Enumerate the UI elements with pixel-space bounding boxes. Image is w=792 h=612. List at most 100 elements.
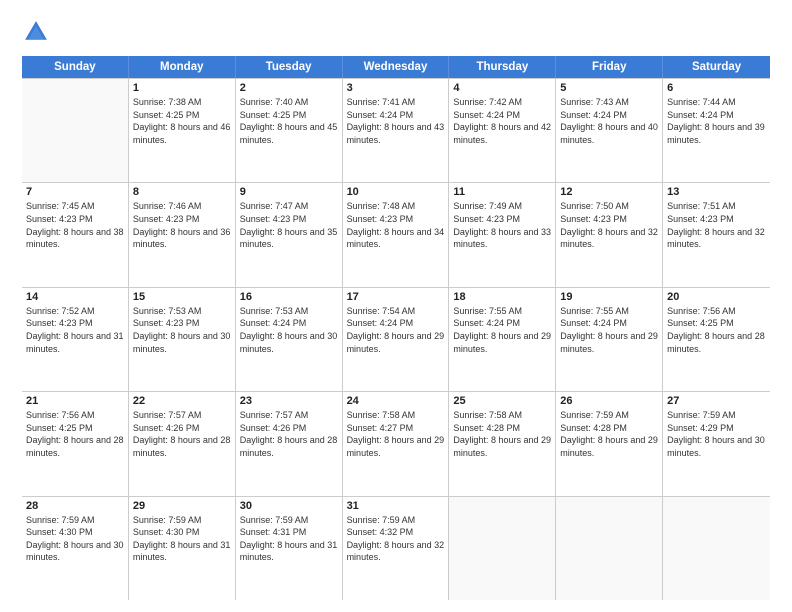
calendar-cell: 2 Sunrise: 7:40 AM Sunset: 4:25 PM Daylig… [236,79,343,182]
calendar-row-0: 1Sunrise: 7:38 AM Sunset: 4:25 PM Daylig… [22,78,770,183]
cell-info: Sunrise: 7:58 AM Sunset: 4:28 PM Dayligh… [453,409,551,459]
day-number: 29 [133,500,231,512]
header-day-friday: Friday [556,56,663,78]
cell-info: Sunrise: 7:59 AM Sunset: 4:29 PM Dayligh… [667,409,766,459]
header-day-saturday: Saturday [663,56,770,78]
cell-info: Sunrise: 7:43 AM Sunset: 4:24 PM Dayligh… [560,96,658,146]
header-day-thursday: Thursday [449,56,556,78]
cell-info: Sunrise: 7:49 AM Sunset: 4:23 PM Dayligh… [453,200,551,250]
calendar-cell: 18 Sunrise: 7:55 AM Sunset: 4:24 PM Dayli… [449,288,556,391]
cell-info: Sunrise: 7:50 AM Sunset: 4:23 PM Dayligh… [560,200,658,250]
day-number: 20 [667,291,766,303]
cell-info: Sunrise: 7:53 AM Sunset: 4:23 PM Dayligh… [133,305,231,355]
day-number: 7 [26,186,124,198]
day-number: 3 [347,82,445,94]
cell-info: Sunrise: 7:59 AM Sunset: 4:30 PM Dayligh… [133,514,231,564]
calendar-cell: 11 Sunrise: 7:49 AM Sunset: 4:23 PM Dayli… [449,183,556,286]
cell-info: Sunrise: 7:56 AM Sunset: 4:25 PM Dayligh… [26,409,124,459]
day-number: 23 [240,395,338,407]
header-day-monday: Monday [129,56,236,78]
calendar-row-4: 28 Sunrise: 7:59 AM Sunset: 4:30 PM Dayli… [22,497,770,600]
calendar-cell: 17 Sunrise: 7:54 AM Sunset: 4:24 PM Dayli… [343,288,450,391]
calendar-cell: 13 Sunrise: 7:51 AM Sunset: 4:23 PM Dayli… [663,183,770,286]
cell-info: Sunrise: 7:42 AM Sunset: 4:24 PM Dayligh… [453,96,551,146]
day-number: 16 [240,291,338,303]
calendar-header: SundayMondayTuesdayWednesdayThursdayFrid… [22,56,770,78]
cell-info: Sunrise: 7:59 AM Sunset: 4:31 PM Dayligh… [240,514,338,564]
page: SundayMondayTuesdayWednesdayThursdayFrid… [0,0,792,612]
day-number: 11 [453,186,551,198]
cell-info: Sunrise: 7:57 AM Sunset: 4:26 PM Dayligh… [133,409,231,459]
calendar-row-3: 21 Sunrise: 7:56 AM Sunset: 4:25 PM Dayli… [22,392,770,496]
day-number: 14 [26,291,124,303]
cell-info: Sunrise: 7:45 AM Sunset: 4:23 PM Dayligh… [26,200,124,250]
day-number: 24 [347,395,445,407]
cell-info: Sunrise: 7:55 AM Sunset: 4:24 PM Dayligh… [453,305,551,355]
calendar-cell: 15Sunrise: 7:53 AM Sunset: 4:23 PM Dayli… [129,288,236,391]
calendar-cell: 14 Sunrise: 7:52 AM Sunset: 4:23 PM Dayli… [22,288,129,391]
day-number: 17 [347,291,445,303]
calendar-cell: 31Sunrise: 7:59 AM Sunset: 4:32 PM Dayli… [343,497,450,600]
calendar-cell: 6Sunrise: 7:44 AM Sunset: 4:24 PM Daylig… [663,79,770,182]
day-number: 10 [347,186,445,198]
logo [22,18,54,46]
calendar-cell: 27 Sunrise: 7:59 AM Sunset: 4:29 PM Dayli… [663,392,770,495]
cell-info: Sunrise: 7:59 AM Sunset: 4:30 PM Dayligh… [26,514,124,564]
cell-info: Sunrise: 7:44 AM Sunset: 4:24 PM Dayligh… [667,96,766,146]
cell-info: Sunrise: 7:54 AM Sunset: 4:24 PM Dayligh… [347,305,445,355]
calendar-cell [22,79,129,182]
day-number: 26 [560,395,658,407]
logo-icon [22,18,50,46]
calendar-cell: 12Sunrise: 7:50 AM Sunset: 4:23 PM Dayli… [556,183,663,286]
day-number: 28 [26,500,124,512]
calendar-cell: 19Sunrise: 7:55 AM Sunset: 4:24 PM Dayli… [556,288,663,391]
calendar-cell: 25 Sunrise: 7:58 AM Sunset: 4:28 PM Dayli… [449,392,556,495]
day-number: 31 [347,500,445,512]
cell-info: Sunrise: 7:40 AM Sunset: 4:25 PM Dayligh… [240,96,338,146]
calendar-cell: 1Sunrise: 7:38 AM Sunset: 4:25 PM Daylig… [129,79,236,182]
calendar-cell: 3Sunrise: 7:41 AM Sunset: 4:24 PM Daylig… [343,79,450,182]
day-number: 13 [667,186,766,198]
cell-info: Sunrise: 7:53 AM Sunset: 4:24 PM Dayligh… [240,305,338,355]
day-number: 27 [667,395,766,407]
calendar-cell: 30Sunrise: 7:59 AM Sunset: 4:31 PM Dayli… [236,497,343,600]
calendar-cell: 24 Sunrise: 7:58 AM Sunset: 4:27 PM Dayli… [343,392,450,495]
day-number: 22 [133,395,231,407]
day-number: 18 [453,291,551,303]
cell-info: Sunrise: 7:56 AM Sunset: 4:25 PM Dayligh… [667,305,766,355]
calendar-cell: 16 Sunrise: 7:53 AM Sunset: 4:24 PM Dayli… [236,288,343,391]
calendar-row-1: 7 Sunrise: 7:45 AM Sunset: 4:23 PM Daylig… [22,183,770,287]
day-number: 4 [453,82,551,94]
calendar: SundayMondayTuesdayWednesdayThursdayFrid… [22,56,770,600]
day-number: 5 [560,82,658,94]
cell-info: Sunrise: 7:51 AM Sunset: 4:23 PM Dayligh… [667,200,766,250]
day-number: 1 [133,82,231,94]
cell-info: Sunrise: 7:46 AM Sunset: 4:23 PM Dayligh… [133,200,231,250]
day-number: 8 [133,186,231,198]
calendar-cell [556,497,663,600]
cell-info: Sunrise: 7:58 AM Sunset: 4:27 PM Dayligh… [347,409,445,459]
header-day-sunday: Sunday [22,56,129,78]
day-number: 19 [560,291,658,303]
day-number: 9 [240,186,338,198]
day-number: 21 [26,395,124,407]
calendar-cell: 29 Sunrise: 7:59 AM Sunset: 4:30 PM Dayli… [129,497,236,600]
calendar-cell: 22 Sunrise: 7:57 AM Sunset: 4:26 PM Dayli… [129,392,236,495]
day-number: 25 [453,395,551,407]
cell-info: Sunrise: 7:59 AM Sunset: 4:28 PM Dayligh… [560,409,658,459]
cell-info: Sunrise: 7:57 AM Sunset: 4:26 PM Dayligh… [240,409,338,459]
calendar-cell: 28 Sunrise: 7:59 AM Sunset: 4:30 PM Dayli… [22,497,129,600]
calendar-cell: 26 Sunrise: 7:59 AM Sunset: 4:28 PM Dayli… [556,392,663,495]
calendar-cell: 8 Sunrise: 7:46 AM Sunset: 4:23 PM Daylig… [129,183,236,286]
calendar-cell [663,497,770,600]
cell-info: Sunrise: 7:48 AM Sunset: 4:23 PM Dayligh… [347,200,445,250]
calendar-cell: 21 Sunrise: 7:56 AM Sunset: 4:25 PM Dayli… [22,392,129,495]
calendar-cell: 10 Sunrise: 7:48 AM Sunset: 4:23 PM Dayli… [343,183,450,286]
cell-info: Sunrise: 7:52 AM Sunset: 4:23 PM Dayligh… [26,305,124,355]
calendar-cell: 9 Sunrise: 7:47 AM Sunset: 4:23 PM Daylig… [236,183,343,286]
day-number: 2 [240,82,338,94]
calendar-row-2: 14 Sunrise: 7:52 AM Sunset: 4:23 PM Dayli… [22,288,770,392]
header-day-tuesday: Tuesday [236,56,343,78]
cell-info: Sunrise: 7:47 AM Sunset: 4:23 PM Dayligh… [240,200,338,250]
header [22,18,770,46]
